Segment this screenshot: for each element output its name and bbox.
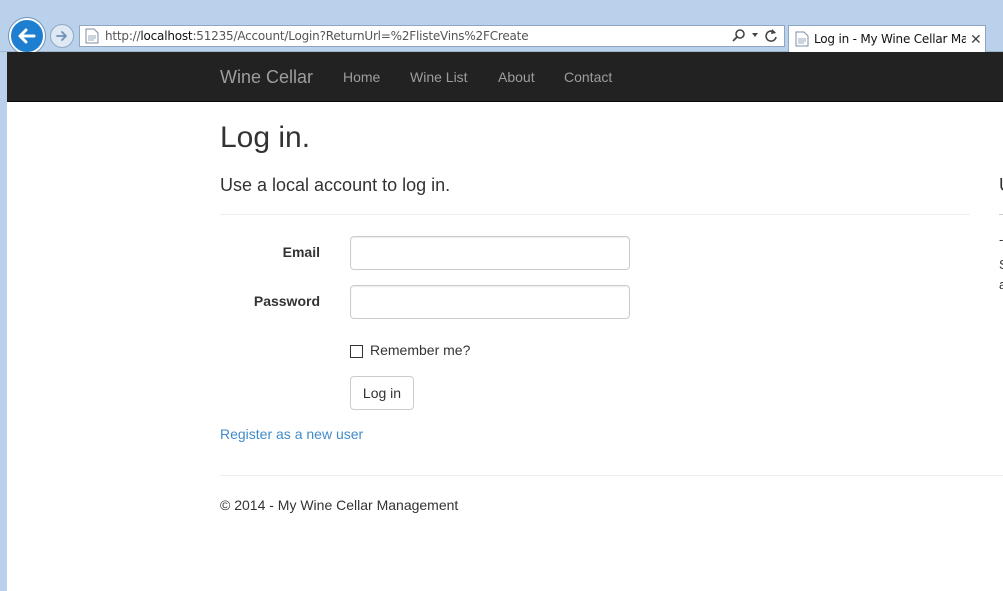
divider	[220, 214, 970, 215]
nav-contact[interactable]: Contact	[564, 69, 612, 85]
site-navbar: Wine Cellar Home Wine List About Contact	[7, 52, 1003, 102]
footer-divider	[220, 475, 1003, 476]
side-text-fragment: a	[999, 277, 1003, 292]
nav-about[interactable]: About	[498, 69, 535, 85]
back-arrow-icon	[18, 28, 36, 44]
refresh-icon[interactable]	[764, 28, 778, 42]
side-text-fragment: -	[999, 232, 1003, 247]
brand-link[interactable]: Wine Cellar	[220, 67, 313, 88]
side-heading-fragment: U	[999, 175, 1003, 196]
footer-text: © 2014 - My Wine Cellar Management	[220, 497, 459, 513]
tab-title: Log in - My Wine Cellar Ma...	[814, 32, 966, 46]
password-label: Password	[253, 293, 320, 309]
page-title: Log in.	[220, 121, 311, 154]
email-field[interactable]	[350, 236, 630, 270]
password-field[interactable]	[350, 285, 630, 319]
address-url: http://localhost:51235/Account/Login?Ret…	[105, 29, 529, 43]
address-bar[interactable]: http://localhost:51235/Account/Login?Ret…	[79, 25, 785, 47]
back-button[interactable]	[9, 18, 45, 54]
window-border	[0, 52, 7, 591]
search-icon[interactable]	[732, 28, 746, 42]
email-label: Email	[282, 244, 320, 260]
chevron-down-icon[interactable]	[751, 31, 759, 39]
remember-me-label[interactable]: Remember me?	[370, 342, 470, 358]
forward-arrow-icon	[56, 31, 67, 41]
browser-tab[interactable]: Log in - My Wine Cellar Ma... ✕	[788, 25, 986, 52]
page-icon	[85, 28, 99, 44]
login-button[interactable]: Log in	[350, 376, 414, 410]
tab-page-icon	[795, 31, 809, 47]
nav-home[interactable]: Home	[343, 69, 380, 85]
register-link[interactable]: Register as a new user	[220, 426, 363, 442]
tab-close-icon[interactable]: ✕	[970, 31, 982, 48]
remember-me-checkbox[interactable]	[350, 345, 363, 358]
side-divider	[999, 214, 1003, 215]
browser-toolbar: http://localhost:51235/Account/Login?Ret…	[0, 0, 1003, 54]
forward-button[interactable]	[50, 24, 74, 48]
side-text-fragment: S	[999, 257, 1003, 272]
page-subtitle: Use a local account to log in.	[220, 175, 451, 195]
nav-wine-list[interactable]: Wine List	[410, 69, 468, 85]
